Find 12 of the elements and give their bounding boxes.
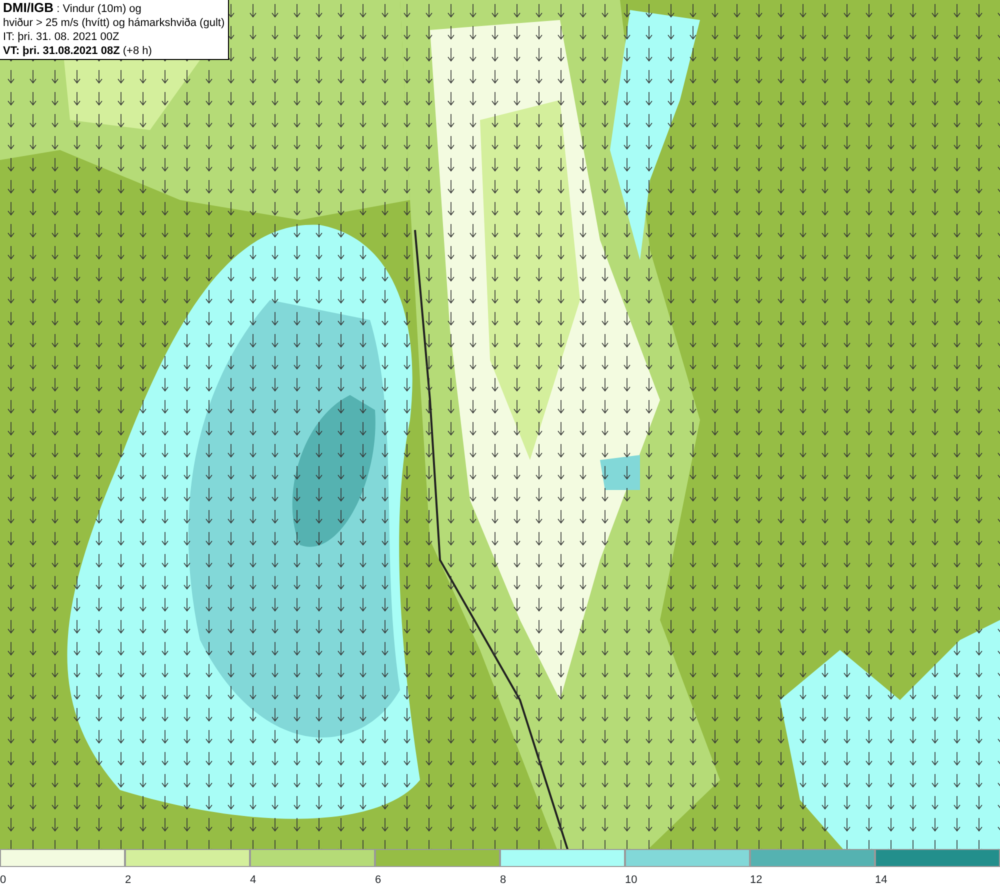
info-line: VT: þri. 31.08.2021 08Z (+8 h) [3, 44, 153, 58]
legend-label: 0 [0, 874, 6, 887]
legend-label: 2 [125, 874, 132, 887]
legend-label: 6 [375, 874, 382, 887]
legend-label: 12 [750, 874, 762, 887]
legend-label: 4 [250, 874, 256, 887]
info-line: hviður > 25 m/s (hvítt) og hámarkshviða (gult) [3, 16, 225, 30]
info-line: DMI/IGB : Vindur (10m) og [3, 1, 142, 16]
legend-label: 8 [500, 874, 506, 887]
info-line: IT: þri. 31. 08. 2021 00Z [3, 30, 120, 44]
legend-label: 14 [875, 874, 888, 887]
legend-label: 10 [625, 874, 638, 887]
